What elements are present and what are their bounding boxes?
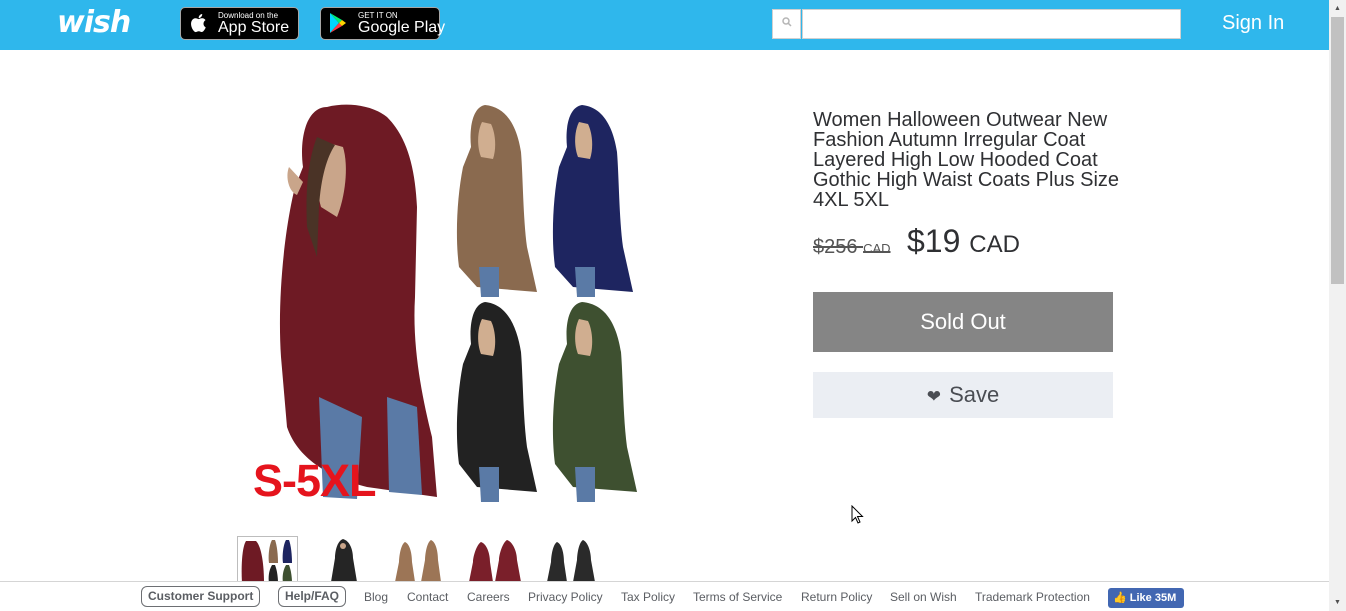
thumbnail-brown-pair[interactable]	[389, 536, 450, 582]
scroll-down-arrow-icon[interactable]: ▼	[1329, 594, 1346, 611]
scrollbar[interactable]: ▲ ▼	[1329, 0, 1346, 611]
thumbnail-all-colors[interactable]	[237, 536, 298, 582]
black-model-figure	[456, 302, 537, 502]
current-price-currency: CAD	[969, 231, 1020, 258]
current-price-value: $19	[907, 223, 961, 259]
customer-support-button[interactable]: Customer Support	[141, 586, 261, 607]
thumbnail-black-front[interactable]	[313, 536, 374, 582]
footer-link-blog[interactable]: Blog	[364, 590, 388, 604]
scroll-up-arrow-icon[interactable]: ▲	[1329, 0, 1346, 17]
product-main-image[interactable]	[237, 97, 657, 509]
image-size-label: S-5XL	[253, 455, 377, 506]
original-price: $256 CAD	[813, 236, 891, 259]
app-store-badge[interactable]: Download on the App Store	[180, 7, 299, 40]
current-price: $19 CAD	[907, 223, 1020, 260]
google-play-big-text: Google Play	[358, 19, 446, 36]
help-faq-button[interactable]: Help/FAQ	[278, 586, 347, 607]
footer-link-privacy-policy[interactable]: Privacy Policy	[528, 590, 603, 604]
thumbnail-strip	[237, 536, 617, 582]
footer-link-terms-of-service[interactable]: Terms of Service	[693, 590, 782, 604]
mouse-cursor-icon	[851, 504, 864, 530]
save-label: Save	[949, 382, 1000, 407]
footer-link-trademark-protection[interactable]: Trademark Protection	[975, 590, 1090, 604]
apple-icon	[189, 12, 207, 39]
save-button[interactable]: ❤ Save	[813, 372, 1113, 418]
footer-link-return-policy[interactable]: Return Policy	[801, 590, 872, 604]
brown-model-figure	[456, 105, 537, 297]
footer-link-contact[interactable]: Contact	[407, 590, 448, 604]
olive-model-figure	[552, 302, 637, 502]
thumbnail-burgundy-pair[interactable]	[465, 536, 526, 582]
facebook-like-button[interactable]: 👍 Like 35M	[1108, 588, 1184, 608]
search-button[interactable]	[772, 9, 801, 39]
footer-link-careers[interactable]: Careers	[467, 590, 510, 604]
footer-link-tax-policy[interactable]: Tax Policy	[621, 590, 675, 604]
app-store-big-text: App Store	[218, 19, 290, 36]
google-play-icon	[329, 12, 347, 39]
facebook-like-label: Like 35M	[1129, 592, 1177, 604]
thumbnail-black-pair[interactable]	[541, 536, 602, 582]
scroll-thumb[interactable]	[1331, 17, 1344, 284]
sign-in-link[interactable]: Sign In	[1222, 12, 1284, 35]
original-price-currency: CAD	[863, 241, 891, 256]
top-header: wish Download on the App Store GET IT ON…	[0, 0, 1329, 50]
product-title: Women Halloween Outwear New Fashion Autu…	[813, 109, 1120, 211]
thumbs-up-icon: 👍	[1113, 592, 1127, 604]
original-price-value: $256	[813, 236, 858, 258]
sold-out-button[interactable]: Sold Out	[813, 292, 1113, 352]
footer: Customer Support Help/FAQ Blog Contact C…	[0, 581, 1329, 611]
heart-icon: ❤	[926, 387, 941, 406]
search-icon	[781, 17, 792, 30]
search-input[interactable]	[802, 9, 1181, 39]
navy-model-figure	[552, 105, 633, 297]
footer-link-sell-on-wish[interactable]: Sell on Wish	[890, 590, 957, 604]
main-model-figure	[279, 104, 437, 499]
wish-logo[interactable]: wish	[57, 5, 131, 40]
google-play-badge[interactable]: GET IT ON Google Play	[320, 7, 445, 40]
